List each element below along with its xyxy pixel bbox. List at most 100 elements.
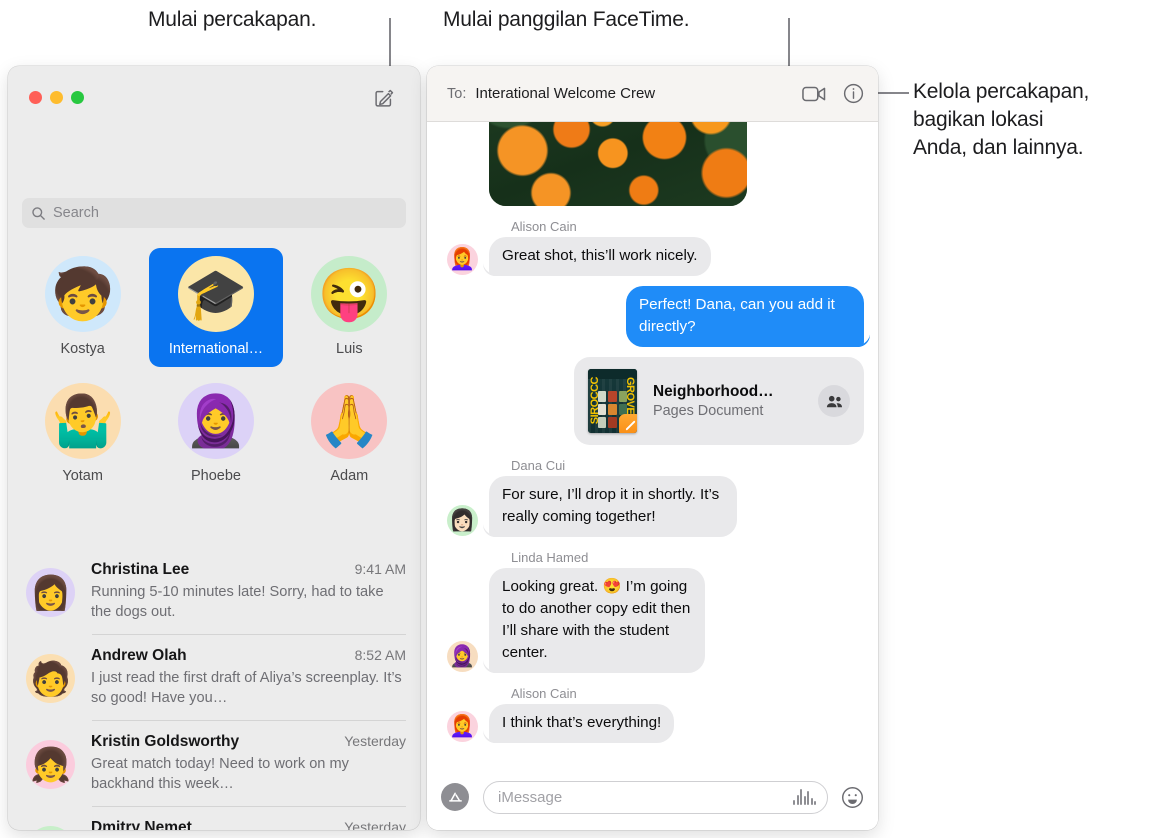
pinned-item-adam[interactable]: 🙏 Adam <box>283 375 416 494</box>
imessage-apps-button[interactable] <box>441 783 469 811</box>
pinned-item-kostya[interactable]: 🧒 Kostya <box>16 248 149 367</box>
compose-bar: iMessage <box>427 764 878 830</box>
pinned-item-label: Luis <box>336 341 363 357</box>
conversation-header-row: Andrew Olah 8:52 AM <box>91 647 406 665</box>
conversation-sender-name: Kristin Goldsworthy <box>91 733 240 750</box>
video-camera-icon <box>802 86 826 101</box>
to-label: To: <box>447 85 467 102</box>
compose-new-message-button[interactable] <box>370 84 398 112</box>
conversation-details-button[interactable] <box>843 83 864 104</box>
conversation-body: Dmitry Nemet Yesterday Are you up for lu… <box>91 817 406 830</box>
conversation-header-row: Christina Lee 9:41 AM <box>91 561 406 579</box>
message-row-attachment: SIROCCC GROVE Neighborhood… Pages Docume… <box>447 357 864 445</box>
smiley-face-icon <box>842 786 863 808</box>
avatar: 🧕 <box>447 641 478 672</box>
pinned-item-luis[interactable]: 😜 Luis <box>283 248 416 367</box>
avatar-emoji: 👩‍🦰 <box>449 248 476 271</box>
avatar-emoji: 👩 <box>29 574 72 611</box>
message-bubble-outgoing[interactable]: Perfect! Dana, can you add it directly? <box>626 286 870 347</box>
conversation-timestamp: 9:41 AM <box>354 561 406 577</box>
message-row-incoming: 👩🏻 For sure, I’ll drop it in shortly. It… <box>447 476 864 537</box>
conversation-body: Kristin Goldsworthy Yesterday Great matc… <box>91 731 406 795</box>
orange-flowers-photo[interactable] <box>489 122 747 206</box>
message-row-outgoing: Perfect! Dana, can you add it directly? <box>447 286 870 347</box>
avatar: 🎓 <box>177 256 254 332</box>
conversation-row-kristin-goldsworthy[interactable]: 👧 Kristin Goldsworthy Yesterday Great ma… <box>8 720 420 806</box>
conversation-preview: Running 5-10 minutes late! Sorry, had to… <box>91 584 384 620</box>
conversation-row-christina-lee[interactable]: 👩 Christina Lee 9:41 AM Running 5-10 min… <box>8 548 420 634</box>
pinned-item-label: Yotam <box>62 468 103 484</box>
facetime-call-button[interactable] <box>802 85 827 103</box>
close-window-button[interactable] <box>29 91 42 104</box>
attachment-collaborators-button[interactable] <box>818 385 850 417</box>
sidebar-titlebar <box>8 66 420 122</box>
message-sender-name: Alison Cain <box>511 686 577 701</box>
conversation-sender-name: Christina Lee <box>91 561 190 578</box>
conversation-list: 👩 Christina Lee 9:41 AM Running 5-10 min… <box>8 548 420 830</box>
avatar-emoji: 🙏 <box>318 393 381 449</box>
message-bubble-incoming[interactable]: I think that’s everything! <box>483 704 675 743</box>
avatar-emoji: 👧 <box>29 746 72 783</box>
messages-conversation-window: To: Interational Welcome Crew Alison Cai… <box>427 66 878 830</box>
avatar-emoji: 👩‍🦰 <box>449 715 476 738</box>
emoji-picker-button[interactable] <box>841 786 864 809</box>
message-row-incoming: 👩‍🦰 I think that’s everything! <box>447 704 864 743</box>
message-sender-name: Dana Cui <box>511 458 566 473</box>
photo-message[interactable] <box>447 122 864 206</box>
avatar-emoji: 🧕 <box>184 393 248 449</box>
avatar: 😜 <box>311 256 388 332</box>
message-bubble-incoming[interactable]: For sure, I’ll drop it in shortly. It’s … <box>483 476 737 537</box>
conversation-header: To: Interational Welcome Crew <box>427 66 878 122</box>
pinned-item-label: Kostya <box>60 341 105 357</box>
conversation-sender-name: Andrew Olah <box>91 647 187 664</box>
conversation-preview: I just read the first draft of Aliya’s s… <box>91 670 402 706</box>
bubble-tail <box>483 658 496 673</box>
minimize-window-button[interactable] <box>50 91 63 104</box>
search-input[interactable]: Search <box>22 198 406 228</box>
imessage-input[interactable]: iMessage <box>483 780 828 814</box>
avatar: 🧑 <box>26 654 75 703</box>
avatar: 👧 <box>26 740 75 789</box>
attachment-title: Neighborhood… <box>653 383 774 400</box>
avatar: 🙏 <box>311 383 388 459</box>
avatar-emoji: 🎓 <box>184 266 248 322</box>
conversation-header-row: Kristin Goldsworthy Yesterday <box>91 733 406 751</box>
callout-manage-text: Kelola percakapan, bagikan lokasi Anda, … <box>913 80 1090 159</box>
conversation-header-row: Dmitry Nemet Yesterday <box>91 819 406 830</box>
avatar: 👩🏻 <box>447 505 478 536</box>
search-placeholder: Search <box>53 205 99 221</box>
conversation-row-dmitry-nemet[interactable]: 😮 Dmitry Nemet Yesterday Are you up for … <box>8 806 420 830</box>
pinned-item-label: International… <box>168 341 264 357</box>
message-bubble-incoming[interactable]: Great shot, this’ll work nicely. <box>483 237 711 276</box>
document-thumbnail: SIROCCC GROVE <box>588 369 637 433</box>
bubble-tail <box>483 522 496 537</box>
avatar-emoji: 🧒 <box>51 266 114 322</box>
messages-scroll-area[interactable]: Alison Cain 👩‍🦰 Great shot, this’ll work… <box>427 122 878 764</box>
info-circle-icon <box>843 83 864 104</box>
avatar-emoji: 🧕 <box>449 645 476 668</box>
pages-app-badge <box>619 414 637 433</box>
pinned-item-yotam[interactable]: 🤷‍♂️ Yotam <box>16 375 149 494</box>
avatar: 👩‍🦰 <box>447 711 478 742</box>
conversation-body: Andrew Olah 8:52 AM I just read the firs… <box>91 645 406 709</box>
audio-message-button[interactable] <box>793 789 816 805</box>
callout-facetime-text: Mulai panggilan FaceTime. <box>443 8 690 31</box>
avatar: 👩 <box>26 568 75 617</box>
pinned-item-international-welcome-crew[interactable]: 🎓 International… <box>149 248 283 367</box>
attachment-card-pages-document[interactable]: SIROCCC GROVE Neighborhood… Pages Docume… <box>574 357 864 445</box>
message-bubble-incoming[interactable]: Looking great. 😍 I’m going to do another… <box>483 568 705 673</box>
recipient-field[interactable]: Interational Welcome Crew <box>475 85 786 102</box>
conversation-timestamp: Yesterday <box>344 819 406 830</box>
avatar: 🤷‍♂️ <box>44 383 121 459</box>
conversation-row-andrew-olah[interactable]: 🧑 Andrew Olah 8:52 AM I just read the fi… <box>8 634 420 720</box>
photo-content <box>489 122 747 206</box>
app-store-icon <box>448 792 462 802</box>
message-row-incoming: 🧕 Looking great. 😍 I’m going to do anoth… <box>447 568 864 673</box>
avatar: 😮 <box>26 826 75 830</box>
attachment-meta: Neighborhood… Pages Document <box>653 383 818 419</box>
zoom-window-button[interactable] <box>71 91 84 104</box>
callout-compose-text: Mulai percakapan. <box>148 8 317 31</box>
message-sender-name: Linda Hamed <box>511 550 589 565</box>
imessage-placeholder: iMessage <box>498 788 563 806</box>
pinned-item-phoebe[interactable]: 🧕 Phoebe <box>149 375 282 494</box>
